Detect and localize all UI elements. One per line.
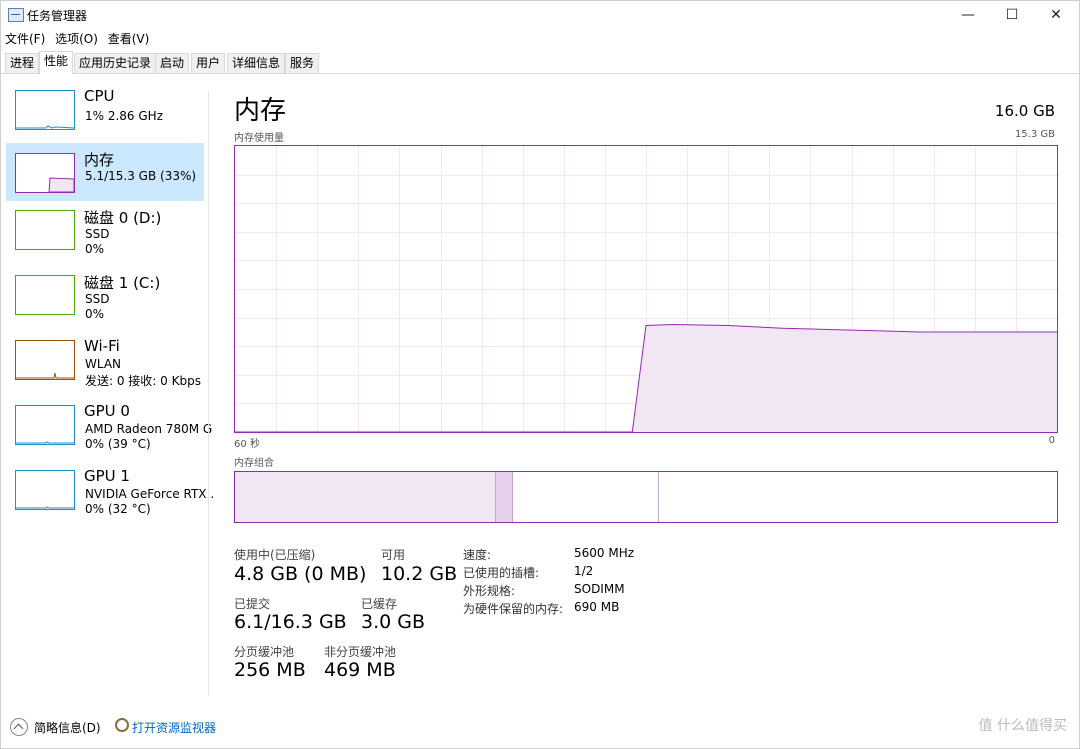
- composition-in-use[interactable]: [235, 472, 495, 522]
- in-use-label: 使用中(已压缩): [234, 548, 316, 562]
- task-manager-window: 任务管理器 — ☐ ✕ 文件(F) 选项(O) 查看(V) 进程 性能 应用历史…: [0, 0, 1080, 749]
- nonpaged-pool-value: 469 MB: [324, 659, 396, 681]
- title-bar[interactable]: 任务管理器 — ☐ ✕: [1, 1, 1079, 29]
- tab-services[interactable]: 服务: [285, 53, 320, 73]
- usage-graph-label: 内存使用量: [234, 133, 284, 144]
- resource-detail: 1% 2.86 GHz: [85, 109, 164, 123]
- slots-label: 已使用的插槽:: [463, 566, 540, 580]
- window-title: 任务管理器: [27, 9, 88, 23]
- nonpaged-pool-label: 非分页缓冲池: [324, 645, 397, 659]
- paged-pool-label: 分页缓冲池: [234, 645, 295, 659]
- memory-usage-graph: [234, 145, 1058, 433]
- chevron-up-icon[interactable]: [10, 718, 28, 736]
- resource-name: GPU 0: [84, 402, 130, 420]
- resource-disk-1[interactable]: 磁盘 1 (C:) SSD 0%: [6, 272, 204, 330]
- tab-processes[interactable]: 进程: [5, 53, 40, 73]
- resource-name: CPU: [84, 87, 115, 105]
- usage-graph-max: 15.3 GB: [1014, 129, 1055, 140]
- wifi-thumbnail: [15, 340, 75, 380]
- watermark-text: 值 什么值得买: [978, 718, 1067, 734]
- menu-view[interactable]: 查看(V): [108, 32, 150, 46]
- resource-usage: 0% (39 °C): [85, 437, 151, 451]
- graph-x-right: 0: [1048, 435, 1055, 446]
- menu-file[interactable]: 文件(F): [5, 32, 45, 46]
- page-title: 内存: [234, 96, 287, 126]
- resource-name: 内存: [84, 151, 115, 169]
- cpu-thumbnail: [15, 90, 75, 130]
- resource-detail: WLAN: [85, 357, 122, 371]
- disk-0-thumbnail: [15, 210, 75, 250]
- gpu-0-thumbnail: [15, 405, 75, 445]
- speed-value: 5600 MHz: [574, 546, 635, 560]
- close-button[interactable]: ✕: [1033, 1, 1079, 29]
- memory-total: 16.0 GB: [994, 102, 1055, 120]
- resource-usage: 0% (32 °C): [85, 502, 151, 516]
- resource-usage: 发送: 0 接收: 0 Kbps: [85, 374, 201, 388]
- composition-label: 内存组合: [234, 458, 274, 469]
- speed-label: 速度:: [463, 548, 492, 562]
- resource-memory[interactable]: 内存 5.1/15.3 GB (33%): [6, 143, 204, 201]
- cached-value: 3.0 GB: [361, 611, 426, 633]
- committed-value: 6.1/16.3 GB: [234, 611, 347, 633]
- tab-users[interactable]: 用户: [191, 53, 226, 73]
- task-manager-icon: [8, 8, 24, 22]
- resource-usage: 0%: [85, 242, 105, 256]
- resource-list: CPU 1% 2.86 GHz 内存 5.1/15.3 GB (33%) 磁盘 …: [1, 73, 214, 698]
- fewer-details-link[interactable]: 简略信息(D): [34, 719, 101, 736]
- menu-bar: 文件(F) 选项(O) 查看(V): [5, 30, 155, 48]
- memory-thumbnail: [15, 153, 75, 193]
- tab-performance[interactable]: 性能: [39, 51, 74, 74]
- maximize-button[interactable]: ☐: [989, 1, 1035, 29]
- resource-name: 磁盘 1 (C:): [84, 274, 161, 292]
- resource-name: GPU 1: [84, 467, 130, 485]
- resource-usage: 0%: [85, 307, 105, 321]
- form-factor-label: 外形规格:: [463, 584, 516, 598]
- memory-usage-chart: [235, 146, 1057, 433]
- disk-1-thumbnail: [15, 275, 75, 315]
- resource-disk-0[interactable]: 磁盘 0 (D:) SSD 0%: [6, 207, 204, 265]
- minimize-button[interactable]: —: [945, 1, 991, 29]
- committed-label: 已提交: [234, 597, 271, 611]
- resource-detail: NVIDIA GeForce RTX .: [85, 487, 215, 501]
- available-value: 10.2 GB: [381, 563, 458, 585]
- tab-bar: 进程 性能 应用历史记录 启动 用户 详细信息 服务: [1, 51, 1079, 74]
- composition-standby-divider: [658, 472, 659, 522]
- cached-label: 已缓存: [361, 597, 398, 611]
- menu-options[interactable]: 选项(O): [55, 32, 98, 46]
- tab-app-history[interactable]: 应用历史记录: [74, 53, 157, 73]
- resource-cpu[interactable]: CPU 1% 2.86 GHz: [6, 87, 204, 145]
- slots-value: 1/2: [574, 564, 594, 578]
- resource-detail: SSD: [85, 227, 110, 241]
- memory-composition-bar: [234, 471, 1058, 523]
- pane-divider[interactable]: [208, 91, 209, 696]
- resource-name: Wi-Fi: [84, 337, 120, 355]
- tab-startup[interactable]: 启动: [155, 53, 190, 73]
- resource-detail: SSD: [85, 292, 110, 306]
- hardware-reserved-label: 为硬件保留的内存:: [463, 602, 564, 616]
- resource-gpu-0[interactable]: GPU 0 AMD Radeon 780M G 0% (39 °C): [6, 402, 212, 460]
- resource-name: 磁盘 0 (D:): [84, 209, 162, 227]
- resource-monitor-icon[interactable]: [115, 718, 129, 732]
- composition-modified[interactable]: [495, 472, 513, 522]
- form-factor-value: SODIMM: [574, 582, 625, 596]
- hardware-reserved-value: 690 MB: [574, 600, 620, 614]
- available-label: 可用: [381, 548, 406, 562]
- graph-x-left: 60 秒: [234, 439, 260, 450]
- paged-pool-value: 256 MB: [234, 659, 306, 681]
- gpu-1-thumbnail: [15, 470, 75, 510]
- resource-gpu-1[interactable]: GPU 1 NVIDIA GeForce RTX . 0% (32 °C): [6, 467, 214, 525]
- open-resource-monitor-link[interactable]: 打开资源监视器: [132, 719, 216, 736]
- footer-bar: 简略信息(D) 打开资源监视器: [1, 711, 1079, 741]
- resource-detail: 5.1/15.3 GB (33%): [85, 169, 197, 183]
- resource-wifi[interactable]: Wi-Fi WLAN 发送: 0 接收: 0 Kbps: [6, 337, 204, 395]
- tab-details[interactable]: 详细信息: [227, 53, 286, 73]
- in-use-value: 4.8 GB (0 MB): [234, 563, 367, 585]
- resource-detail: AMD Radeon 780M G: [85, 422, 213, 436]
